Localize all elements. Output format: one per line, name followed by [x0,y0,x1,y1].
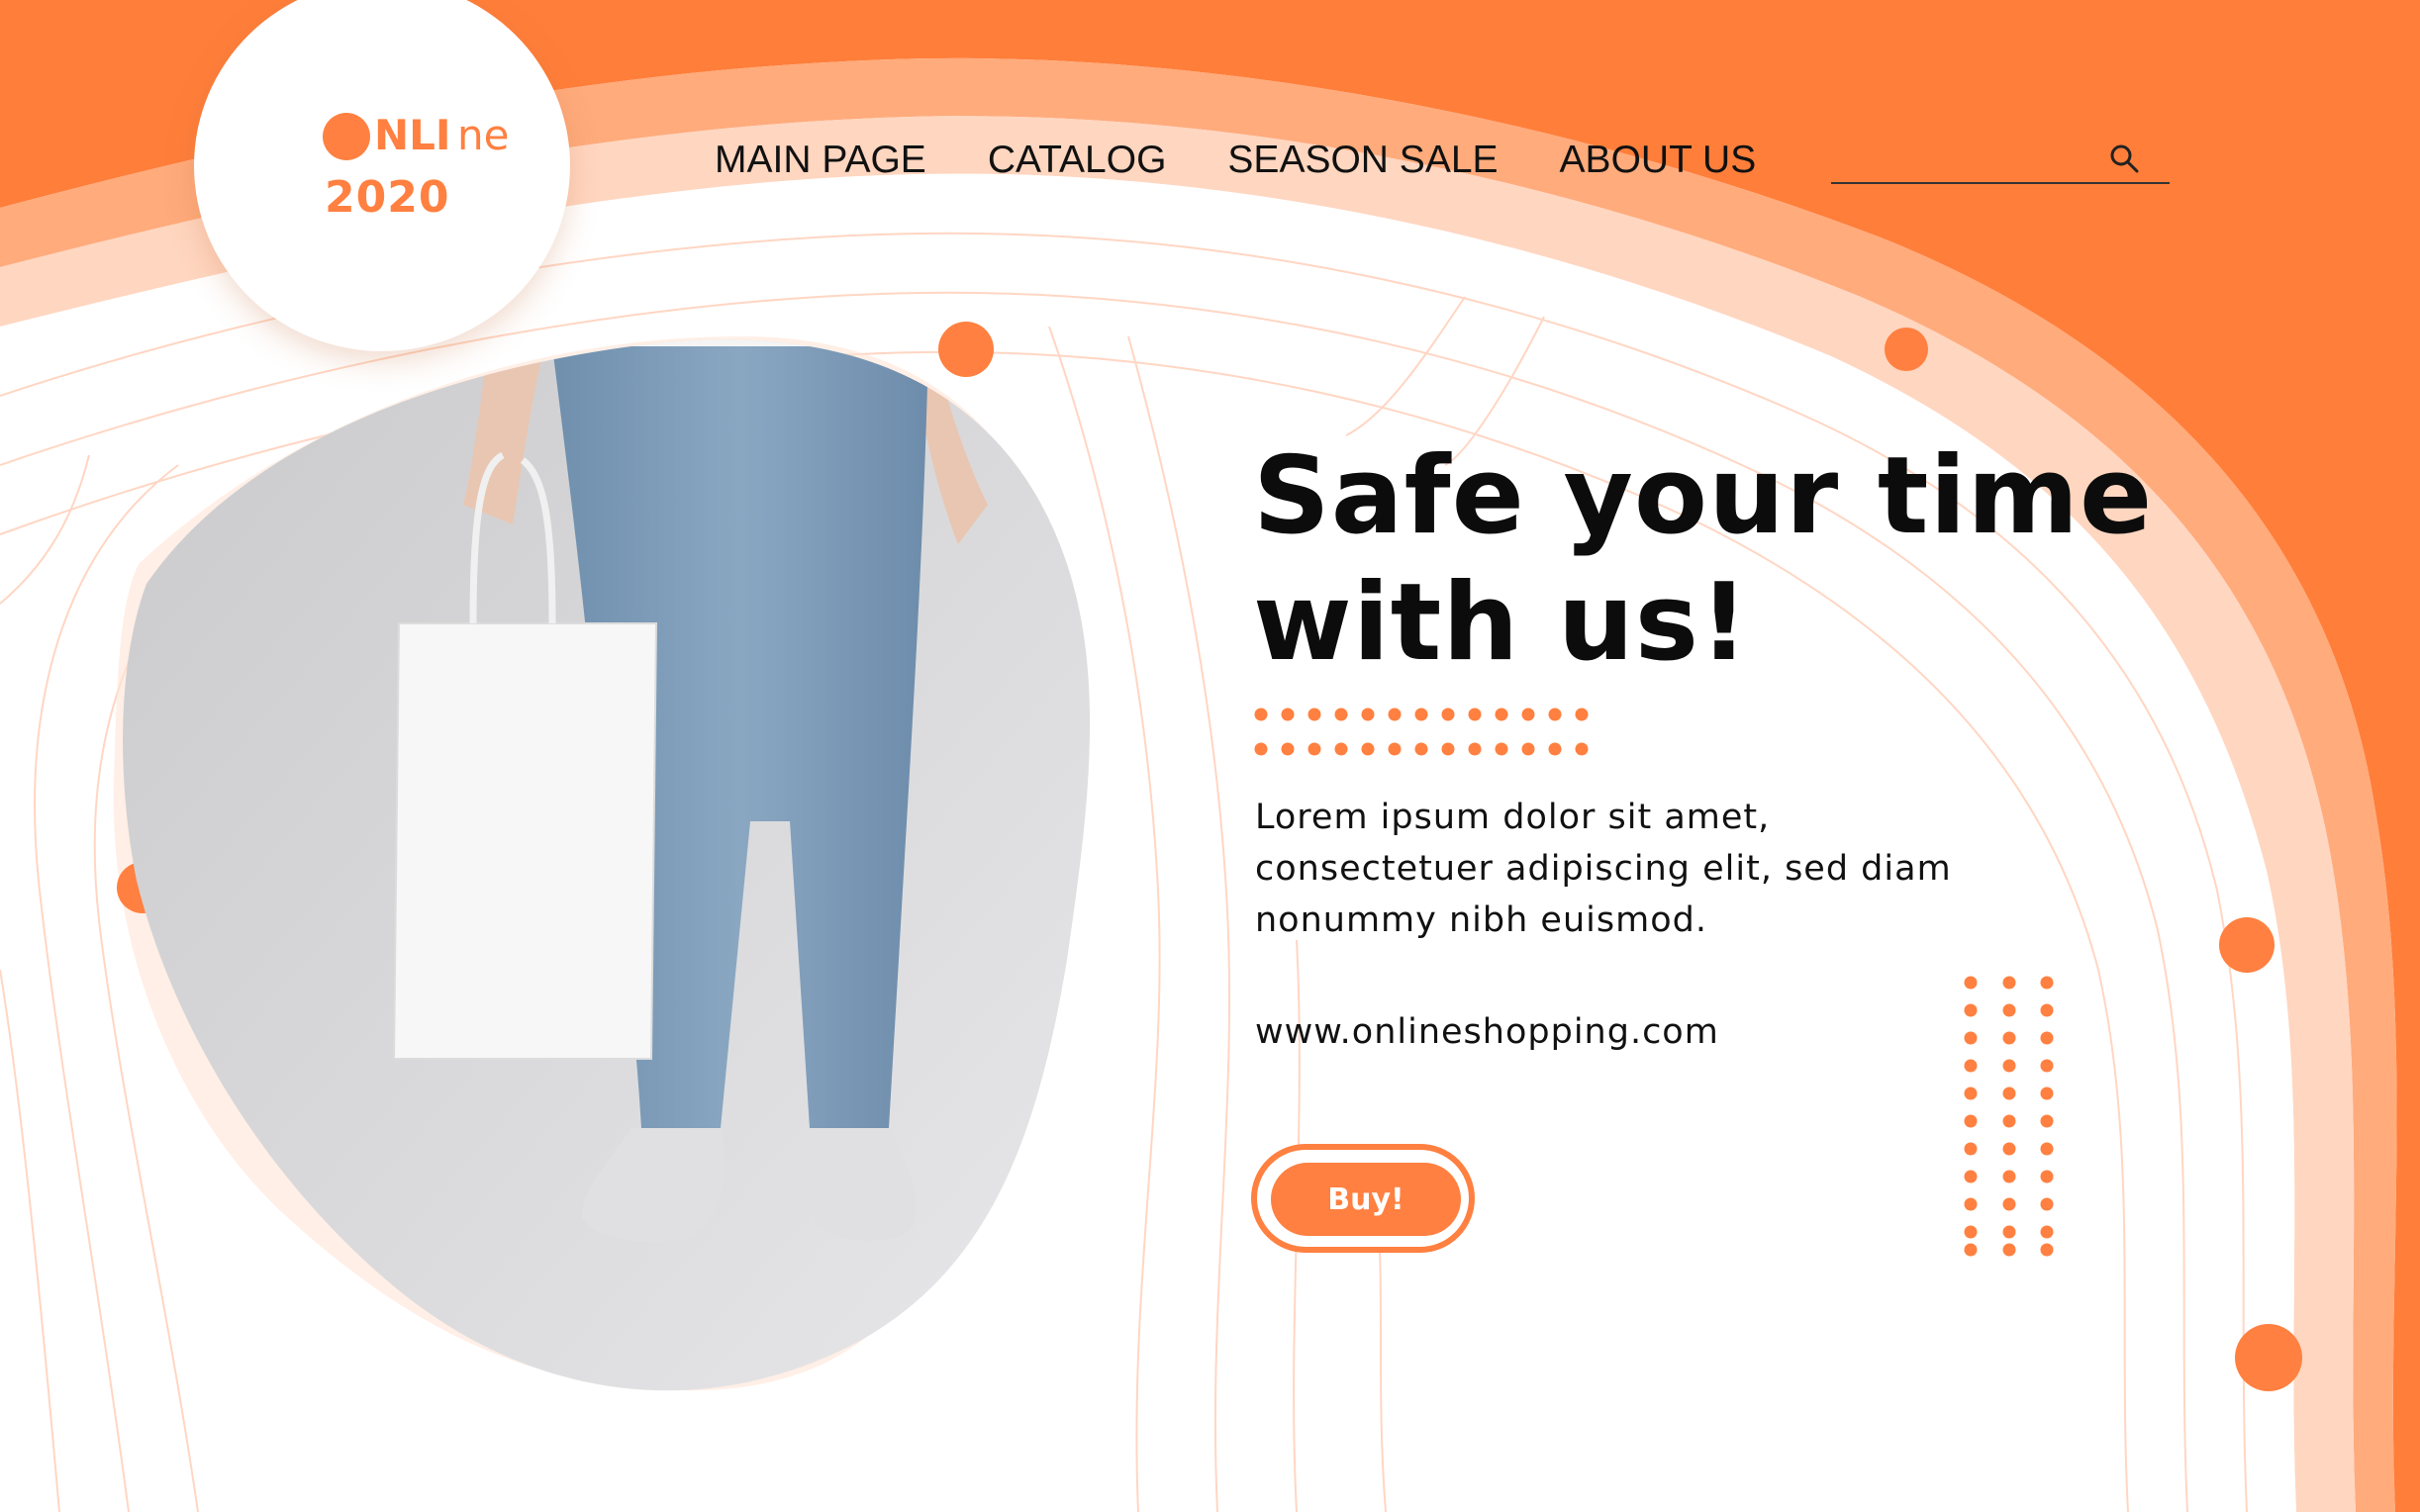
search-input[interactable] [1831,139,2122,178]
landing-page: NLI ne 2020 MAIN PAGE CATALOG SEASON SAL… [0,0,2420,1512]
main-navigation: MAIN PAGE CATALOG SEASON SALE ABOUT US [715,139,1817,182]
headline-line-1: Safe your time [1253,434,2154,558]
nav-season-sale[interactable]: SEASON SALE [1227,139,1498,182]
search-bar [1831,135,2170,184]
nav-main-page[interactable]: MAIN PAGE [715,139,926,182]
hero-photo [123,339,1091,1391]
hero-headline: Safe your time with us! [1253,433,2153,687]
headline-line-2: with us! [1253,561,1750,685]
nav-catalog[interactable]: CATALOG [988,139,1167,182]
description-line-2: consectetuer adipiscing elit, sed diam [1255,849,1952,889]
website-url[interactable]: www.onlineshopping.com [1255,1012,1719,1052]
logo-nli-text: NLI [374,111,451,159]
search-icon[interactable] [2106,141,2142,176]
description-line-3: nonummy nibh euismod. [1255,900,1707,940]
logo-ne-text: ne [457,111,510,159]
logo-wordmark: NLI ne [323,107,560,166]
nav-about-us[interactable]: ABOUT US [1560,139,1757,182]
logo-o-circle [323,113,370,160]
hero-description: Lorem ipsum dolor sit amet, consectetuer… [1255,792,1968,946]
logo-year: 2020 [325,172,450,223]
description-line-1: Lorem ipsum dolor sit amet, [1255,798,1771,837]
buy-button[interactable]: Buy! [1271,1163,1461,1236]
logo[interactable]: NLI ne 2020 [323,107,560,223]
